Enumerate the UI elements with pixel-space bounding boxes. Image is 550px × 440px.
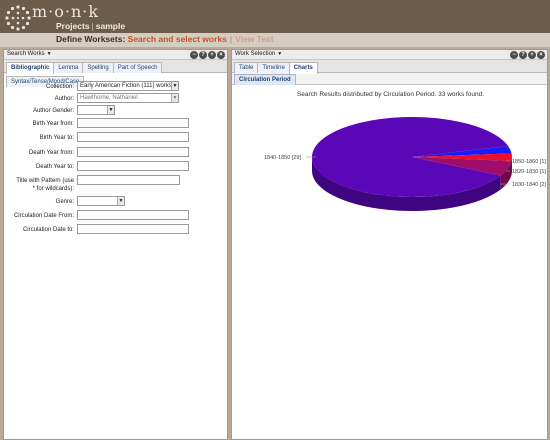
- help-icon[interactable]: ?: [519, 51, 527, 59]
- author-label: Author:: [54, 96, 74, 102]
- circulation-date-from-label: Circulation Date From:: [13, 213, 74, 219]
- author-gender-label: Author Gender:: [32, 108, 74, 114]
- death-year-to-label: Death Year to:: [35, 164, 74, 170]
- help-icon[interactable]: ?: [199, 51, 207, 59]
- collection-value: Early American Fiction (111) works: [80, 83, 172, 89]
- panel-title: Work Selection: [235, 51, 276, 57]
- tab-charts[interactable]: Charts: [288, 62, 318, 74]
- panel-menu-caret-icon[interactable]: ▼: [47, 51, 52, 57]
- author-select[interactable]: Hawthorne, Nathaniel ▼: [77, 93, 179, 103]
- panel-title-bar: Work Selection ▼ − ? + ×: [232, 50, 547, 60]
- chart-title: Search Results distributed by Circulatio…: [296, 91, 485, 98]
- chevron-down-icon: ▼: [171, 94, 178, 102]
- logo-dots-icon: [5, 5, 31, 31]
- birth-year-to-label: Birth Year to:: [39, 135, 74, 141]
- app-header: m·o·n·k Projects | sample Define Worksets:…: [0, 0, 550, 47]
- pie-label-1850-1860: 1850-1860 [1]: [512, 159, 546, 165]
- minimize-icon[interactable]: −: [190, 51, 198, 59]
- subnav-bar: Define Worksets: Search and select works…: [0, 33, 550, 47]
- projects-link[interactable]: Projects: [56, 21, 90, 31]
- work-selection-tabbar: Table Timeline Charts: [232, 60, 547, 74]
- chevron-down-icon: ▼: [171, 82, 178, 90]
- title-pattern-label-line2: * for wildcards):: [32, 186, 74, 192]
- death-year-from-input[interactable]: [77, 147, 189, 157]
- panel-title-bar: Search Works ▼ − ? + ×: [4, 50, 227, 60]
- circulation-date-from-input[interactable]: [77, 210, 189, 220]
- death-year-from-label: Death Year from:: [28, 150, 74, 156]
- circulation-date-to-label: Circulation Date to:: [22, 227, 74, 233]
- circulation-date-to-input[interactable]: [77, 224, 189, 234]
- minimize-icon[interactable]: −: [510, 51, 518, 59]
- pie-label-1840-1850: 1840-1850 [29]: [264, 155, 301, 161]
- search-tabbar: Bibliographic Lemma Spelling Part of Speech…: [4, 60, 227, 87]
- chevron-down-icon: ▼: [117, 197, 124, 205]
- death-year-to-input[interactable]: [77, 161, 189, 171]
- genre-select[interactable]: ▼: [77, 196, 125, 206]
- define-worksets-label: Define Worksets:: [56, 34, 126, 44]
- author-value: Hawthorne, Nathaniel: [80, 95, 138, 101]
- circulation-pie-chart: 1840-1850 [29] 1850-1860 [1] 1820-1830 [1]…: [264, 117, 546, 211]
- pie-label-1820-1830: 1820-1830 [1]: [512, 169, 546, 175]
- work-selection-panel: Work Selection ▼ − ? + × Table Timeline Cha…: [231, 49, 548, 440]
- charts-subtabbar: Circulation Period: [232, 73, 547, 85]
- tab-circulation-period[interactable]: Circulation Period: [234, 74, 296, 85]
- genre-label: Genre:: [55, 199, 74, 205]
- breadcrumb: Projects | sample: [56, 21, 125, 31]
- view-text-link[interactable]: View Text: [235, 34, 273, 44]
- tab-part-of-speech[interactable]: Part of Speech: [112, 62, 163, 73]
- app-logo-text: m·o·n·k: [32, 2, 100, 21]
- birth-year-from-label: Birth Year from:: [32, 121, 74, 127]
- tab-table[interactable]: Table: [234, 62, 259, 73]
- title-pattern-input[interactable]: [77, 175, 180, 185]
- maximize-icon[interactable]: +: [528, 51, 536, 59]
- panel-title: Search Works: [7, 51, 45, 57]
- subnav-separator: |: [229, 34, 233, 44]
- maximize-icon[interactable]: +: [208, 51, 216, 59]
- author-gender-select[interactable]: ▼: [77, 105, 115, 115]
- search-select-works-link[interactable]: Search and select works: [128, 34, 227, 44]
- breadcrumb-separator: |: [91, 21, 94, 31]
- search-works-panel: Search Works ▼ − ? + × Bibliographic Lemma…: [3, 49, 228, 440]
- tab-lemma[interactable]: Lemma: [53, 62, 84, 73]
- birth-year-to-input[interactable]: [77, 132, 189, 142]
- close-icon[interactable]: ×: [537, 51, 545, 59]
- tab-spelling[interactable]: Spelling: [82, 62, 114, 73]
- collection-select[interactable]: Early American Fiction (111) works ▼: [77, 81, 179, 91]
- close-icon[interactable]: ×: [217, 51, 225, 59]
- chevron-down-icon: ▼: [107, 106, 114, 114]
- project-name-link[interactable]: sample: [96, 21, 125, 31]
- pie-label-1830-1840: 1830-1840 [2]: [512, 182, 546, 188]
- tab-timeline[interactable]: Timeline: [257, 62, 290, 73]
- tab-bibliographic[interactable]: Bibliographic: [6, 62, 55, 74]
- panel-menu-caret-icon[interactable]: ▼: [277, 51, 282, 57]
- birth-year-from-input[interactable]: [77, 118, 189, 128]
- collection-label: Collection:: [45, 84, 74, 90]
